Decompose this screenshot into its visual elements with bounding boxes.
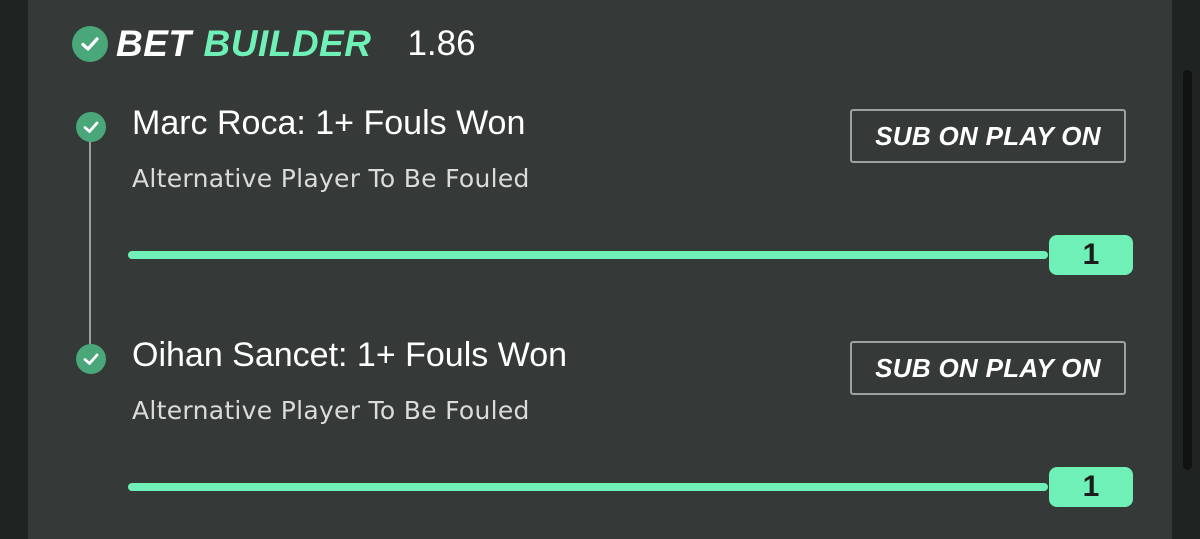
scrollbar[interactable] xyxy=(1183,70,1192,470)
sub-on-play-on-button[interactable]: SUB ON PLAY ON xyxy=(850,341,1126,395)
check-circle-icon xyxy=(76,344,106,374)
timeline-connector xyxy=(89,140,91,348)
bet-label: BET xyxy=(116,23,192,64)
sub-on-play-on-button[interactable]: SUB ON PLAY ON xyxy=(850,109,1126,163)
builder-label: BUILDER xyxy=(203,23,372,64)
bet-builder-screen: BET BUILDER 1.86 Marc Roca: 1+ Fouls Won… xyxy=(0,0,1200,539)
leg-market: Alternative Player To Be Fouled xyxy=(132,164,530,193)
slider-value-handle[interactable]: 1 xyxy=(1049,235,1133,275)
check-circle-icon xyxy=(76,112,106,142)
leg-title: Oihan Sancet: 1+ Fouls Won xyxy=(132,336,568,374)
slider-value-handle[interactable]: 1 xyxy=(1049,467,1133,507)
leg-title: Marc Roca: 1+ Fouls Won xyxy=(132,104,526,142)
leg-market: Alternative Player To Be Fouled xyxy=(132,396,530,425)
bet-builder-header: BET BUILDER 1.86 xyxy=(72,22,476,66)
slider-fill xyxy=(128,251,1048,259)
bet-builder-panel xyxy=(28,0,1172,539)
bet-builder-odds: 1.86 xyxy=(407,24,476,63)
slider-fill xyxy=(128,483,1048,491)
check-circle-icon xyxy=(72,26,108,62)
